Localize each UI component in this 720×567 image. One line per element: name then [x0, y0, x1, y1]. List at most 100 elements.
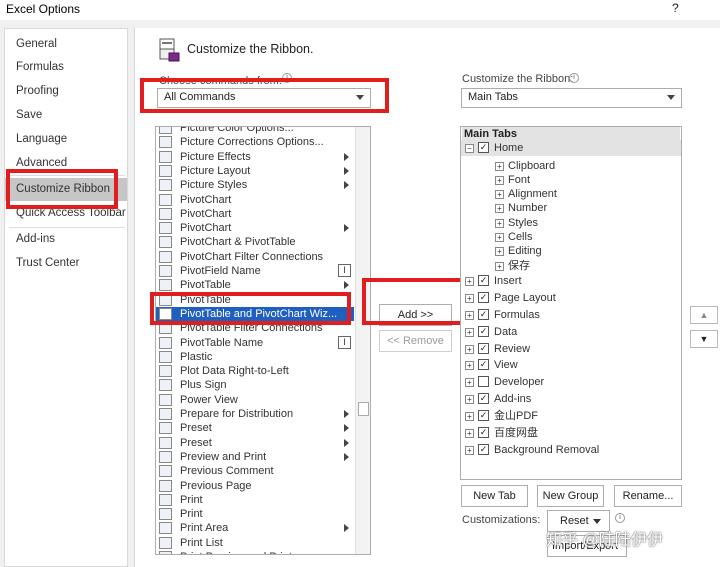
expand-icon[interactable]: +: [465, 429, 474, 438]
command-label: PivotChart Filter Connections: [180, 250, 324, 263]
tab-checkbox[interactable]: ✓: [478, 410, 489, 422]
expand-icon[interactable]: +: [495, 233, 504, 242]
command-item[interactable]: Power View: [156, 393, 354, 407]
nav-item-save[interactable]: Save: [5, 104, 127, 126]
expand-icon[interactable]: +: [465, 310, 474, 320]
expand-icon[interactable]: +: [465, 412, 474, 422]
command-item[interactable]: Picture Color Options...: [156, 127, 354, 135]
command-item[interactable]: Preset: [156, 421, 354, 435]
command-item[interactable]: Previous Page: [156, 479, 354, 493]
collapse-icon[interactable]: −: [465, 144, 474, 153]
tree-item-label: 金山PDF: [494, 410, 538, 423]
command-item[interactable]: Prepare for Distribution: [156, 407, 354, 421]
command-item[interactable]: PivotTable Name I: [156, 335, 354, 350]
help-button[interactable]: ?: [672, 1, 679, 15]
tree-item-tab[interactable]: + ✓ Add-ins: [461, 391, 681, 407]
expand-icon[interactable]: +: [495, 247, 504, 257]
command-item[interactable]: Picture Styles: [156, 178, 354, 192]
commands-list[interactable]: Picture Color Options... Picture Correcti…: [155, 126, 371, 555]
command-item[interactable]: PivotChart: [156, 193, 354, 207]
command-item[interactable]: PivotChart & PivotTable: [156, 235, 354, 249]
tree-item-home[interactable]: − ✓ Home: [461, 140, 681, 156]
command-item[interactable]: Preview and Print: [156, 450, 354, 464]
command-item[interactable]: Previous Comment: [156, 464, 354, 478]
nav-item-trust-center[interactable]: Trust Center: [5, 252, 127, 274]
command-item[interactable]: PivotTable: [156, 278, 354, 292]
scrollbar-thumb[interactable]: [358, 402, 369, 416]
ribbon-tree[interactable]: Main Tabs − ✓ Home + Clipboard + Font + Alignmen…: [460, 126, 682, 480]
nav-item-proofing[interactable]: Proofing: [5, 80, 127, 102]
tab-checkbox[interactable]: ✓: [478, 274, 489, 286]
command-item[interactable]: Print: [156, 507, 354, 521]
tree-item-tab[interactable]: + ✓ Page Layout: [461, 290, 681, 306]
nav-item-language[interactable]: Language: [5, 128, 127, 150]
expand-icon[interactable]: +: [495, 218, 504, 228]
command-item[interactable]: PivotChart: [156, 221, 354, 235]
rename-button[interactable]: Rename...: [614, 485, 682, 507]
ribbon-tabs-dropdown[interactable]: Main Tabs: [461, 88, 682, 108]
tree-item-tab[interactable]: + ✓ Data: [461, 324, 681, 340]
tree-item-tab[interactable]: + ✓ 百度网盘: [461, 425, 681, 441]
expand-icon[interactable]: +: [495, 261, 504, 271]
tab-checkbox[interactable]: [478, 376, 489, 388]
new-tab-button[interactable]: New Tab: [461, 485, 528, 507]
expand-icon[interactable]: +: [465, 361, 474, 371]
chevron-down-icon: [593, 519, 601, 524]
tab-checkbox[interactable]: ✓: [478, 393, 489, 405]
commands-scrollbar[interactable]: [355, 127, 370, 554]
tree-item-tab[interactable]: + ✓ Formulas: [461, 307, 681, 323]
command-label: PivotField Name: [180, 265, 261, 277]
command-item[interactable]: Picture Corrections Options...: [156, 135, 354, 149]
expand-icon[interactable]: +: [465, 344, 474, 354]
command-item[interactable]: PivotChart Filter Connections: [156, 250, 354, 264]
tree-group-item[interactable]: + 保存: [461, 258, 681, 274]
tree-item-label: Review: [494, 342, 531, 355]
expand-icon[interactable]: +: [465, 378, 474, 388]
tab-checkbox[interactable]: ✓: [478, 443, 489, 455]
command-item[interactable]: Picture Effects: [156, 150, 354, 164]
nav-item-general[interactable]: General: [5, 33, 127, 55]
expand-icon[interactable]: +: [465, 445, 474, 455]
command-item[interactable]: Plastic: [156, 350, 354, 364]
tree-item-tab[interactable]: + Developer: [461, 374, 681, 390]
move-down-button[interactable]: ▼: [690, 330, 718, 348]
command-item[interactable]: PivotChart: [156, 207, 354, 221]
expand-icon[interactable]: +: [495, 161, 504, 171]
tab-checkbox[interactable]: ✓: [478, 142, 489, 153]
command-item[interactable]: Plus Sign: [156, 378, 354, 392]
command-item[interactable]: Preset: [156, 436, 354, 450]
expand-icon[interactable]: +: [465, 327, 474, 337]
tab-checkbox[interactable]: ✓: [478, 325, 489, 337]
nav-item-formulas[interactable]: Formulas: [5, 56, 127, 78]
command-item[interactable]: Plot Data Right-to-Left: [156, 364, 354, 378]
tree-item-tab[interactable]: + ✓ Insert: [461, 273, 681, 289]
tab-checkbox[interactable]: ✓: [478, 308, 489, 320]
expand-icon[interactable]: +: [465, 276, 474, 286]
new-group-button[interactable]: New Group: [537, 485, 604, 507]
move-up-button[interactable]: ▲: [690, 306, 718, 324]
tree-item-tab[interactable]: + ✓ 金山PDF: [461, 408, 681, 424]
tab-checkbox[interactable]: ✓: [478, 427, 489, 438]
command-item[interactable]: Print: [156, 493, 354, 507]
expand-icon[interactable]: +: [495, 190, 504, 200]
expand-icon[interactable]: +: [465, 395, 474, 405]
command-item[interactable]: Print Preview and Print: [156, 550, 354, 554]
command-item[interactable]: Print Area: [156, 521, 354, 535]
tree-item-tab[interactable]: + ✓ Review: [461, 341, 681, 357]
expand-icon[interactable]: +: [465, 293, 474, 303]
window-title: Excel Options: [6, 2, 81, 16]
expand-icon[interactable]: +: [495, 204, 504, 214]
expand-icon[interactable]: +: [495, 175, 504, 185]
tree-item-tab[interactable]: + ✓ Background Removal: [461, 442, 681, 458]
command-label: Print: [180, 493, 203, 506]
tab-checkbox[interactable]: ✓: [478, 291, 489, 303]
tab-checkbox[interactable]: ✓: [478, 342, 489, 354]
tree-item-tab[interactable]: + ✓ View: [461, 357, 681, 373]
command-label: Plot Data Right-to-Left: [180, 365, 289, 378]
command-item[interactable]: Picture Layout: [156, 164, 354, 178]
command-item[interactable]: Print List: [156, 536, 354, 550]
command-item[interactable]: PivotField Name I: [156, 264, 354, 278]
tab-checkbox[interactable]: ✓: [478, 359, 489, 371]
remove-button[interactable]: << Remove: [379, 330, 452, 352]
nav-item-add-ins[interactable]: Add-ins: [5, 228, 127, 250]
